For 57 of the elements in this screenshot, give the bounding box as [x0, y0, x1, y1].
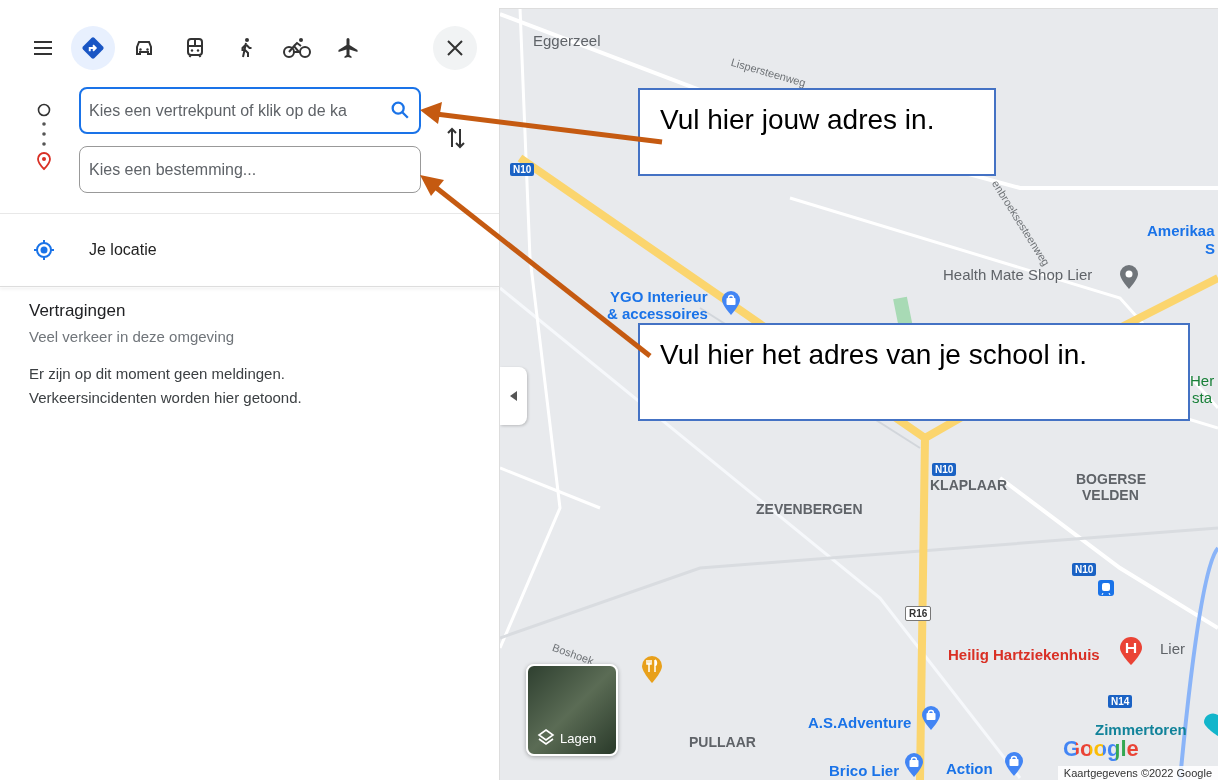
- train-station-icon: [1097, 579, 1115, 597]
- hospital-pin-icon: [1118, 636, 1144, 666]
- map-label: S: [1205, 240, 1215, 257]
- map-label: Health Mate Shop Lier: [943, 266, 1093, 283]
- shopping-pin-icon: [1003, 751, 1025, 777]
- map-label: ZEVENBERGEN: [756, 501, 863, 517]
- origin-circle-icon: [37, 103, 51, 117]
- map-view[interactable]: [500, 8, 1218, 780]
- map-label: Brico Lier: [829, 762, 900, 779]
- location-target-icon: [33, 239, 55, 261]
- map-label: Lier: [1160, 640, 1185, 657]
- road-number-label: N10: [510, 163, 535, 176]
- bicycle-icon: [282, 36, 312, 60]
- shopping-pin-icon: [920, 705, 942, 731]
- map-label: Her: [1190, 372, 1215, 389]
- road-number-label: N10: [932, 463, 957, 476]
- map-label: BOGERSE: [1076, 471, 1146, 487]
- close-button[interactable]: [433, 26, 477, 70]
- search-icon: [389, 99, 411, 121]
- road-number-label: R16: [905, 606, 932, 621]
- map-label: KLAPLAAR: [930, 477, 1007, 493]
- location-suggestion-item[interactable]: Je locatie: [0, 214, 499, 286]
- map-label: & accessoires: [607, 305, 708, 322]
- delays-message: Er zijn op dit moment geen meldingen. Verkeersincidenten worden hier getoond.: [29, 364, 303, 408]
- layers-icon: [537, 728, 555, 746]
- caret-left-icon: [509, 391, 518, 401]
- map-attribution: Kaartgegevens ©2022 Google: [1057, 766, 1218, 780]
- map-label: Action: [946, 760, 993, 777]
- callout-text: Vul hier jouw adres in.: [660, 104, 935, 135]
- airplane-icon: [336, 36, 360, 60]
- directions-mode-tab[interactable]: [71, 26, 115, 70]
- map-label: sta: [1192, 389, 1212, 406]
- map-label: YGO Interieur: [610, 288, 708, 305]
- layers-button[interactable]: Lagen: [526, 664, 618, 756]
- route-dots-icon: [41, 119, 47, 149]
- destination-input-field[interactable]: Kies een bestemming...: [79, 146, 421, 193]
- map-label: A.S.Adventure: [808, 714, 912, 731]
- callout-text: Vul hier het adres van je school in.: [660, 339, 1087, 370]
- road-number-label: N14: [1108, 695, 1133, 708]
- origin-input-field[interactable]: Kies een vertrekpunt of klik op de ka: [79, 87, 421, 134]
- shopping-pin-icon: [903, 752, 925, 778]
- map-label: Zimmertoren: [1095, 721, 1187, 738]
- destination-pin-icon: [36, 151, 52, 171]
- map-label: VELDEN: [1082, 487, 1139, 503]
- map-pin-icon: [1118, 264, 1140, 290]
- road-number-label: N10: [1072, 563, 1097, 576]
- close-icon: [445, 38, 465, 58]
- swap-arrows-icon: [445, 125, 467, 151]
- restaurant-pin-icon: [640, 654, 664, 684]
- delays-heading: Vertragingen: [29, 301, 127, 321]
- map-label: Eggerzeel: [533, 32, 601, 49]
- map-label: Amerikaa: [1147, 222, 1215, 239]
- delays-subtitle: Veel verkeer in deze omgeving: [29, 328, 236, 345]
- shopping-pin-icon: [720, 290, 742, 316]
- map-label: Heilig Hartziekenhuis: [948, 646, 1100, 663]
- collapse-panel-button[interactable]: [500, 367, 527, 425]
- map-label: PULLAAR: [689, 734, 756, 750]
